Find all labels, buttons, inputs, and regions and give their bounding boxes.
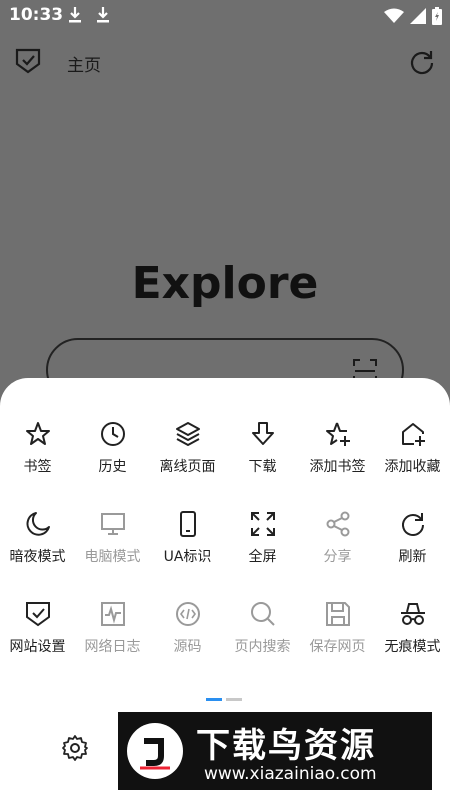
menu-item-label: 离线页面 bbox=[159, 459, 216, 475]
moon-icon bbox=[26, 512, 50, 536]
watermark-banner: 下载鸟资源 www.xiazainiao.com bbox=[118, 712, 432, 790]
cell-signal-icon bbox=[410, 8, 426, 24]
menu-item-label: 电脑模式 bbox=[84, 549, 141, 565]
watermark-url: www.xiazainiao.com bbox=[204, 764, 377, 784]
menu-item-network-log[interactable]: 网络日志 bbox=[75, 600, 150, 660]
menu-row: 网站设置 网络日志 源码 页内搜索 保存网页 无痕模式 bbox=[0, 600, 450, 660]
menu-item-label: 刷新 bbox=[398, 549, 427, 565]
menu-item-find-in-page[interactable]: 页内搜索 bbox=[225, 600, 300, 660]
menu-item-label: 分享 bbox=[323, 549, 352, 565]
pager-dot-active[interactable] bbox=[206, 698, 222, 701]
share-icon bbox=[326, 511, 349, 537]
watermark-title: 下载鸟资源 bbox=[196, 726, 376, 766]
menu-item-site-settings[interactable]: 网站设置 bbox=[0, 600, 75, 660]
menu-item-add-bookmark[interactable]: 添加书签 bbox=[300, 420, 375, 480]
menu-item-save-page[interactable]: 保存网页 bbox=[300, 600, 375, 660]
incognito-icon bbox=[400, 603, 425, 625]
shield-check-icon bbox=[25, 602, 50, 627]
menu-item-desktop-mode[interactable]: 电脑模式 bbox=[75, 510, 150, 570]
refresh-icon[interactable] bbox=[408, 48, 436, 76]
download-notification-icon bbox=[97, 7, 109, 23]
menu-pager[interactable] bbox=[206, 698, 246, 702]
menu-item-label: 保存网页 bbox=[309, 639, 366, 655]
download-notification-icon bbox=[69, 7, 81, 23]
menu-item-label: 书签 bbox=[23, 459, 52, 475]
menu-item-label: 网站设置 bbox=[9, 639, 66, 655]
menu-item-label: 历史 bbox=[98, 459, 127, 475]
screen: 10:33 主页 Explore 书签 历史 离线页面 下载 添加书签 添加收藏… bbox=[0, 0, 450, 800]
menu-item-label: 源码 bbox=[173, 639, 202, 655]
desktop-icon bbox=[100, 513, 125, 535]
menu-item-night-mode[interactable]: 暗夜模式 bbox=[0, 510, 75, 570]
star-plus-icon bbox=[325, 422, 350, 446]
explore-headline: Explore bbox=[131, 258, 319, 309]
menu-item-ua[interactable]: UA标识 bbox=[150, 510, 225, 570]
gear-icon[interactable] bbox=[61, 734, 89, 762]
menu-item-add-favorite[interactable]: 添加收藏 bbox=[375, 420, 450, 480]
star-icon bbox=[25, 422, 50, 445]
menu-item-history[interactable]: 历史 bbox=[75, 420, 150, 480]
menu-item-offline-pages[interactable]: 离线页面 bbox=[150, 420, 225, 480]
wifi-icon bbox=[384, 8, 404, 23]
pager-dot[interactable] bbox=[226, 698, 242, 701]
menu-item-downloads[interactable]: 下载 bbox=[225, 420, 300, 480]
menu-item-label: 全屏 bbox=[248, 549, 277, 565]
menu-item-label: UA标识 bbox=[163, 549, 212, 565]
menu-item-refresh[interactable]: 刷新 bbox=[375, 510, 450, 570]
save-icon bbox=[325, 602, 350, 626]
menu-item-label: 网络日志 bbox=[84, 639, 141, 655]
menu-item-label: 页内搜索 bbox=[234, 639, 291, 655]
page-title: 主页 bbox=[67, 56, 101, 76]
phone-icon bbox=[179, 511, 196, 537]
status-bar: 10:33 bbox=[0, 0, 450, 32]
menu-item-label: 添加收藏 bbox=[384, 459, 441, 475]
fullscreen-icon bbox=[250, 512, 275, 536]
clock-icon bbox=[100, 422, 125, 446]
menu-item-fullscreen[interactable]: 全屏 bbox=[225, 510, 300, 570]
refresh-icon bbox=[401, 513, 424, 536]
layers-icon bbox=[175, 422, 200, 446]
menu-item-share[interactable]: 分享 bbox=[300, 510, 375, 570]
menu-item-label: 无痕模式 bbox=[384, 639, 441, 655]
menu-item-label: 下载 bbox=[248, 459, 277, 475]
top-bar: 主页 bbox=[0, 32, 450, 92]
code-icon bbox=[175, 602, 200, 626]
menu-row: 暗夜模式 电脑模式 UA标识 全屏 分享 刷新 bbox=[0, 510, 450, 570]
menu-item-source[interactable]: 源码 bbox=[150, 600, 225, 660]
status-time: 10:33 bbox=[9, 5, 64, 25]
menu-item-label: 暗夜模式 bbox=[9, 549, 66, 565]
menu-row: 书签 历史 离线页面 下载 添加书签 添加收藏 bbox=[0, 420, 450, 480]
home-plus-icon bbox=[401, 423, 425, 446]
search-icon bbox=[250, 602, 275, 626]
battery-icon bbox=[432, 7, 442, 25]
site-shield-icon[interactable] bbox=[14, 46, 42, 76]
status-icons bbox=[384, 7, 442, 25]
menu-item-bookmarks[interactable]: 书签 bbox=[0, 420, 75, 480]
menu-item-label: 添加书签 bbox=[309, 459, 366, 475]
bird-logo-icon bbox=[127, 723, 183, 779]
pulse-log-icon bbox=[100, 602, 125, 626]
download-arrow-icon bbox=[251, 422, 274, 445]
menu-item-incognito[interactable]: 无痕模式 bbox=[375, 600, 450, 660]
